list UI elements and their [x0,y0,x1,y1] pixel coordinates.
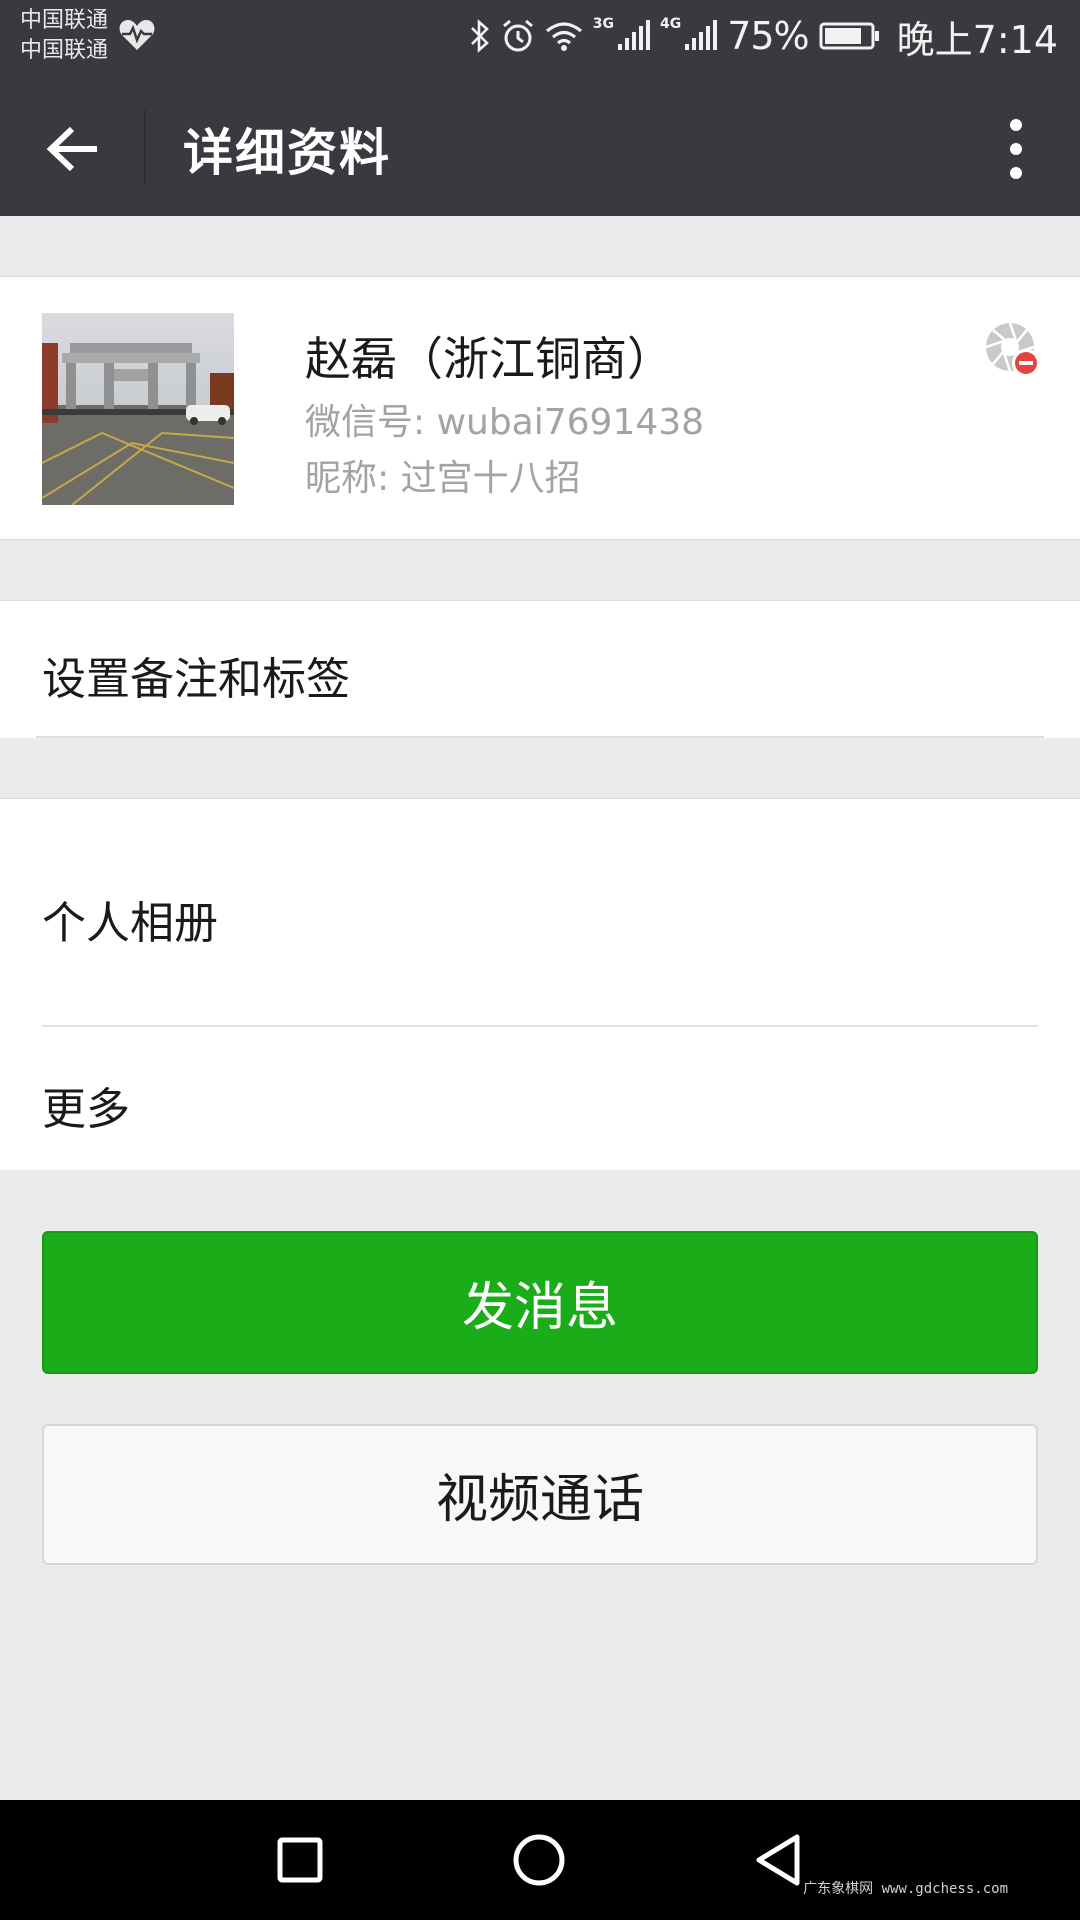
avatar-photo [42,313,234,505]
row-more[interactable]: 更多 [0,1027,1080,1171]
send-message-button[interactable]: 发消息 [42,1231,1038,1374]
wechat-id: 微信号: wubai7691438 [305,402,705,443]
status-bar: 中国联通 中国联通 3G 4G 75% 晚上7:14 [0,0,1080,76]
watermark-text: 广东象棋网 www.gdchess.com [803,1881,1008,1897]
row-personal-album[interactable]: 个人相册 [0,799,1080,1027]
carrier-1: 中国联通 [20,8,109,33]
network-tag-4g: 4G [659,16,682,32]
header-divider [144,110,146,184]
top-bar: 中国联通 中国联通 3G 4G 75% 晚上7:14 详细资料 [0,0,1080,216]
bluetooth-icon [470,19,489,53]
display-name: 赵磊（浙江铜商） [305,332,673,386]
wifi-icon [545,22,582,51]
system-nav-bar: 广东象棋网 www.gdchess.com [0,1800,1080,1920]
row-label-remark: 设置备注和标签 [42,654,350,705]
arrow-left-icon [46,126,97,172]
profile-card: 赵磊（浙江铜商） 微信号: wubai7691438 昵称: 过宫十八招 [0,276,1080,540]
more-vertical-icon [1010,119,1022,179]
alarm-icon [502,19,533,52]
row-label-more: 更多 [42,1084,130,1135]
signal-icon-2 [685,20,718,50]
signal-icon-1 [617,20,650,50]
carrier-2: 中国联通 [20,38,109,63]
carrier-labels: 中国联通 中国联通 [20,6,108,66]
home-button[interactable] [509,1830,569,1890]
nickname: 昵称: 过宫十八招 [305,458,581,499]
video-call-button[interactable]: 视频通话 [42,1424,1038,1565]
circle-icon [513,1834,565,1886]
remark-section: 设置备注和标签 [0,600,1080,738]
status-icons: 3G 4G 75% 晚上7:14 [469,10,1058,62]
battery-percent: 75% [727,14,809,58]
page-title: 详细资料 [183,124,391,182]
info-section: 个人相册 更多 [0,798,1080,1170]
network-tag-3g: 3G [592,16,614,32]
avatar[interactable] [42,313,234,505]
back-button[interactable] [30,106,116,192]
row-label-album: 个人相册 [42,898,218,949]
status-clock: 晚上7:14 [896,17,1058,62]
row-divider [36,736,1044,738]
square-icon [277,1837,323,1883]
triangle-back-icon [756,1834,800,1886]
more-options-button[interactable] [980,104,1052,194]
nav-back-button[interactable] [748,1830,808,1890]
heart-pulse-icon [119,20,155,50]
action-bar: 详细资料 [0,76,1080,216]
battery-icon [819,22,879,50]
album-shutter-icon[interactable] [984,321,1044,381]
recent-apps-button[interactable] [270,1830,330,1890]
